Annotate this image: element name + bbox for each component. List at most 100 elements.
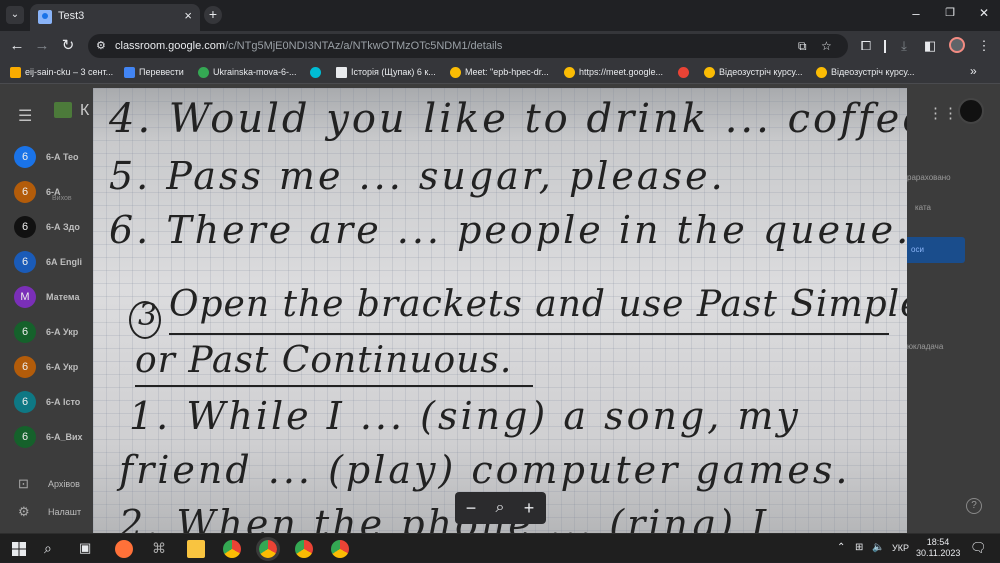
folder-icon <box>336 66 347 78</box>
class-avatar: 6 <box>14 391 36 413</box>
help-icon[interactable]: ? <box>966 498 982 514</box>
image-viewer[interactable]: 4. Would you like to drink ... coffee? 5… <box>93 88 907 533</box>
back-button[interactable]: ← <box>8 38 26 54</box>
class-label: Матема <box>46 292 80 302</box>
class-label: 6-А Укр <box>46 327 79 337</box>
open-in-app-icon[interactable]: ⧉ <box>798 39 807 54</box>
sidebar-settings[interactable]: ⚙ Налашт <box>18 504 81 520</box>
bookmark-item[interactable]: Історія (Щупак) 6 к... <box>336 65 436 79</box>
tab-title: Test3 <box>58 10 85 22</box>
windows-start-icon[interactable] <box>10 540 28 558</box>
bookmark-label: Історія (Щупак) 6 к... <box>351 67 436 77</box>
class-avatar: 6 <box>14 426 36 448</box>
class-avatar: 6 <box>14 251 36 273</box>
tab-close-icon[interactable]: × <box>184 8 192 23</box>
archived-label: Архівов <box>48 479 80 489</box>
settings-label: Налашт <box>48 507 82 517</box>
bookmark-item[interactable]: Ukrainska-mova-6-... <box>198 65 297 79</box>
apps-grid-icon[interactable]: ⋮⋮ <box>928 104 958 122</box>
account-avatar[interactable] <box>958 98 984 124</box>
bookmark-label: https://meet.google... <box>579 67 664 77</box>
bookmark-item[interactable]: https://meet.google... <box>564 65 663 79</box>
bookmark-item[interactable]: Перевести <box>124 65 184 79</box>
sidebar-class-item[interactable]: 6 6-А_Вих <box>14 426 83 448</box>
sidebar-class-item[interactable]: 6 6-А Здо <box>14 216 80 238</box>
zoom-reset-icon[interactable]: ⌕ <box>489 497 511 519</box>
bookmark-item[interactable] <box>310 65 325 79</box>
drive-icon <box>198 66 209 78</box>
browser-menu-icon[interactable]: ⋮ <box>976 38 992 54</box>
tab-search-button[interactable]: ⌄ <box>6 6 24 24</box>
chrome-icon[interactable] <box>331 540 349 558</box>
sidebar-class-item[interactable]: 6 6-А Вихов <box>14 181 72 203</box>
sidebar-archived[interactable]: ⊡ Архівов <box>18 476 80 492</box>
settings-icon: ⚙ <box>18 504 30 519</box>
language-indicator[interactable]: УКР <box>892 543 909 553</box>
volume-icon[interactable]: 🔈 <box>872 542 884 553</box>
minimize-button[interactable]: – <box>906 6 926 21</box>
clock-date: 30.11.2023 <box>916 548 961 558</box>
bookmark-label: eij-sain-cku – 3 сент... <box>25 67 114 77</box>
url-path: /c/NTg5MjE0NDI3NTAz/a/NTkwOTMzOTc5NDM1/d… <box>225 40 503 52</box>
class-avatar: 6 <box>14 146 36 168</box>
bookmark-icon <box>678 66 689 78</box>
handwritten-line: Open the brackets and use Past Simple <box>169 284 907 325</box>
sidebar-class-item[interactable]: 6 6-А Укр <box>14 356 78 378</box>
hamburger-menu-icon[interactable]: ☰ <box>18 106 32 126</box>
notifications-icon[interactable]: 🗨 <box>970 540 987 556</box>
handwritten-line: 1. While I ... (sing) a song, my <box>129 394 801 438</box>
sidebar-class-item[interactable]: 6 6А Engli <box>14 251 82 273</box>
side-panel-icon[interactable]: ◧ <box>922 38 938 54</box>
tray-chevron-icon[interactable]: ⌃ <box>837 542 845 553</box>
sidebar-class-item[interactable]: M Матема <box>14 286 79 308</box>
reload-button[interactable]: ↻ <box>59 38 77 54</box>
firefox-icon[interactable] <box>115 540 133 558</box>
bookmark-label: Перевести <box>139 67 184 77</box>
window-close-button[interactable]: ✕ <box>974 6 994 20</box>
class-label: 6-А Тео <box>46 152 79 162</box>
chrome-active-icon[interactable] <box>256 537 280 561</box>
search-icon[interactable]: ⌕ <box>44 540 62 558</box>
sidebar-class-item[interactable]: 6 6-А Укр <box>14 321 78 343</box>
file-explorer-icon[interactable] <box>187 540 205 558</box>
bookmark-label: Відеозустріч курсу... <box>831 67 915 77</box>
forward-button[interactable]: → <box>33 38 51 54</box>
right-panel-button[interactable]: оси <box>907 237 965 263</box>
bookmark-icon <box>310 66 321 78</box>
new-tab-button[interactable]: + <box>204 6 222 24</box>
chrome-icon[interactable] <box>223 540 241 558</box>
handwritten-line: 5. Pass me ... sugar, please. <box>109 154 726 198</box>
right-panel-text: юкладача <box>907 342 944 351</box>
bookmark-label: Meet: "epb-hpec-dr... <box>465 67 549 77</box>
profile-avatar[interactable] <box>949 37 965 53</box>
extensions-icon[interactable]: ⧠ <box>858 38 874 54</box>
sidebar-class-item[interactable]: 6 6-А Істо <box>14 391 80 413</box>
clock[interactable]: 18:54 30.11.2023 <box>916 537 960 559</box>
right-panel-text: рараховано <box>907 173 951 182</box>
bookmarks-more-icon[interactable]: » <box>970 64 977 78</box>
download-icon[interactable]: ⤓ <box>896 38 912 54</box>
site-info-icon[interactable]: ⚙ <box>96 39 106 52</box>
tab-active[interactable]: Test3 × <box>30 4 200 31</box>
zoom-out-button[interactable]: − <box>460 497 482 519</box>
bookmark-item[interactable]: Відеозустріч курсу... <box>704 65 802 79</box>
sidebar-class-item[interactable]: 6 6-А Тео <box>14 146 79 168</box>
bookmark-item[interactable]: eij-sain-cku – 3 сент... <box>10 65 113 79</box>
task-view-icon[interactable]: ▣ <box>79 540 97 558</box>
tab-strip: ⌄ Test3 × + – ❐ ✕ <box>0 0 1000 31</box>
bookmark-star-icon[interactable]: ☆ <box>821 39 832 53</box>
mouse-app-icon[interactable]: ⌘ <box>152 540 170 558</box>
zoom-controls: − ⌕ + <box>455 492 546 524</box>
class-avatar: 6 <box>14 181 36 203</box>
network-icon[interactable]: ⊞ <box>855 542 863 553</box>
zoom-in-button[interactable]: + <box>518 497 540 519</box>
handwritten-line: friend ... (play) computer games. <box>119 448 851 492</box>
address-bar[interactable]: ⚙ classroom.google.com/c/NTg5MjE0NDI3NTA… <box>88 34 848 58</box>
handwritten-line: 6. There are ... people in the queue. <box>109 208 907 252</box>
chrome-icon[interactable] <box>295 540 313 558</box>
bookmark-item[interactable] <box>678 65 693 79</box>
underline <box>169 333 889 335</box>
bookmark-item[interactable]: Meet: "epb-hpec-dr... <box>450 65 549 79</box>
bookmark-item[interactable]: Відеозустріч курсу... <box>816 65 914 79</box>
restore-button[interactable]: ❐ <box>940 6 960 19</box>
